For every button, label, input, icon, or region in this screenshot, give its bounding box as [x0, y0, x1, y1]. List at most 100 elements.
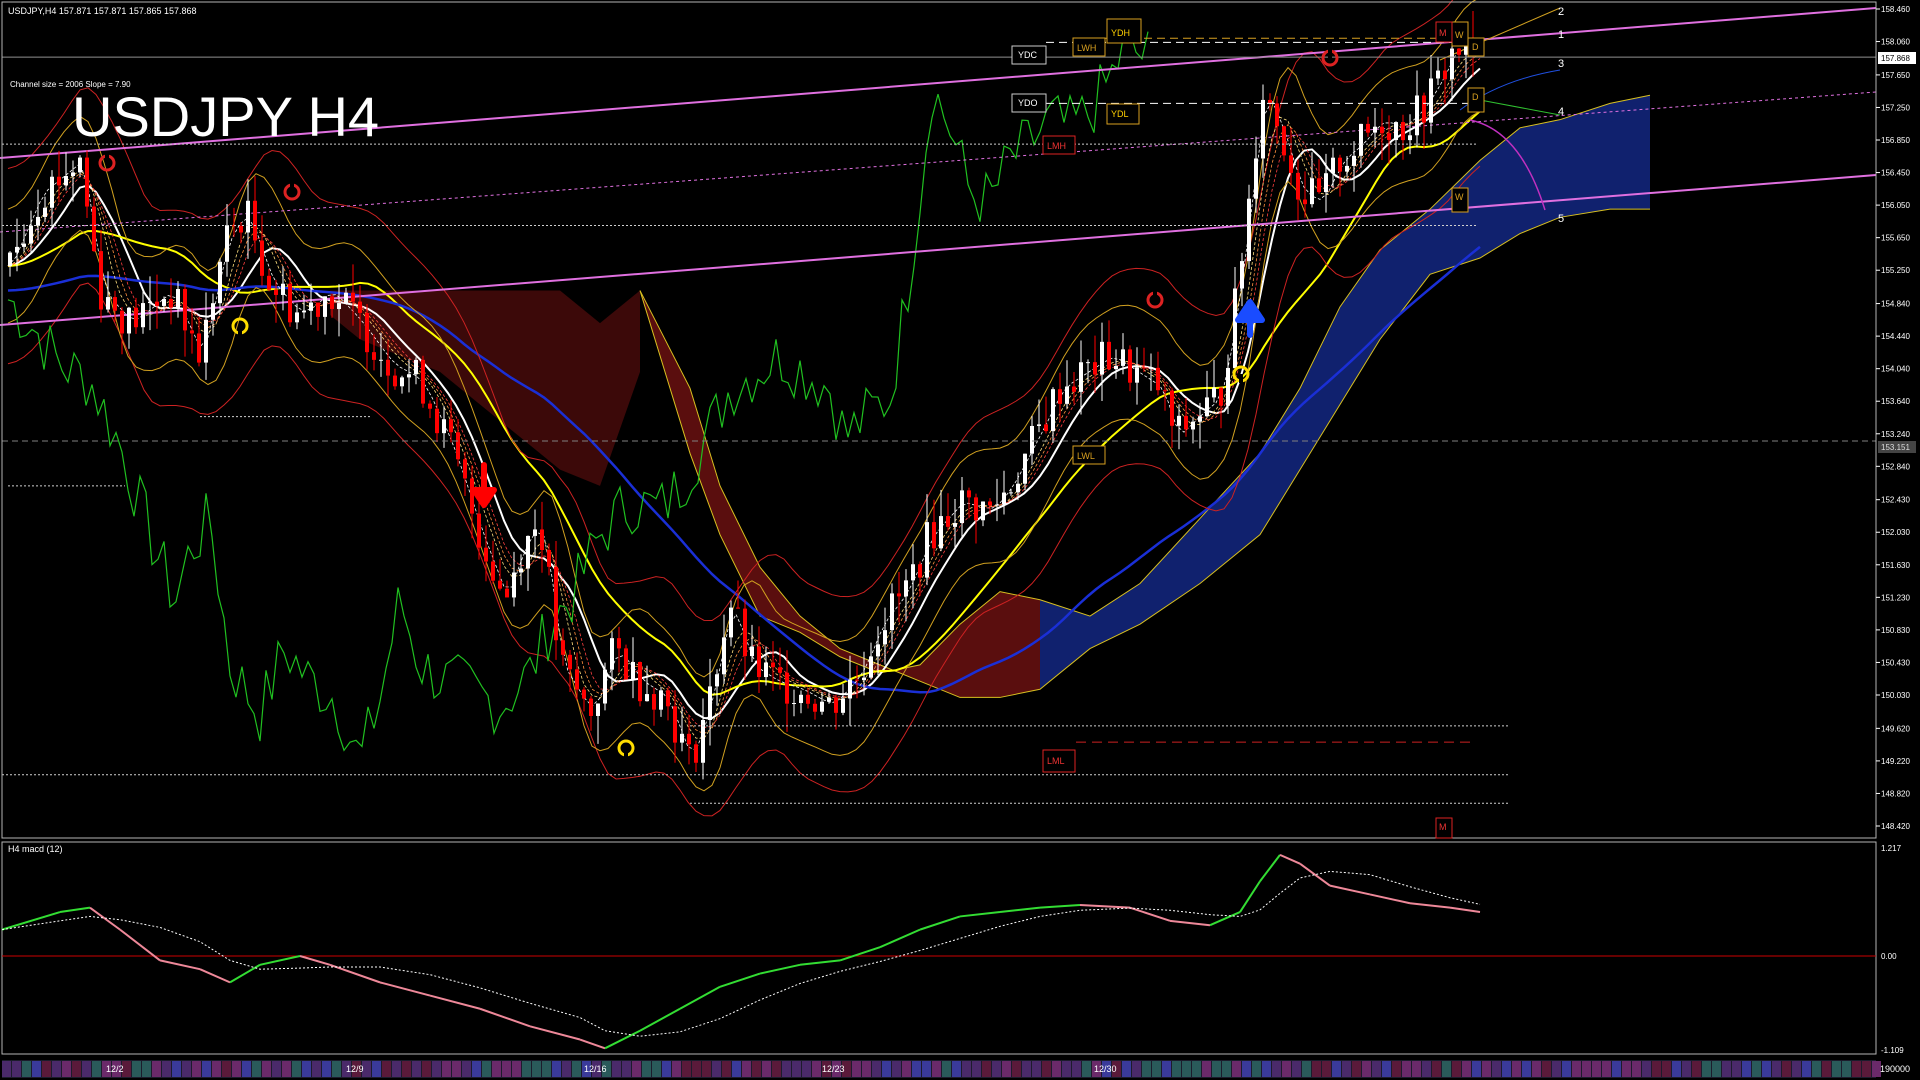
bear-candle: [113, 297, 117, 311]
bear-candle: [575, 669, 579, 690]
fractal-up-marker-gap: [1328, 49, 1332, 58]
time-strip-cell: [782, 1061, 791, 1077]
time-strip-cell: [1462, 1061, 1471, 1077]
time-strip-cell: [292, 1061, 301, 1077]
bull-candle: [442, 419, 446, 434]
price-tick-label: 154.440: [1881, 332, 1910, 341]
time-strip-cell: [612, 1061, 621, 1077]
time-strip-cell: [172, 1061, 181, 1077]
time-strip-cell: [1712, 1061, 1721, 1077]
lml-tag: LML: [1047, 756, 1065, 766]
bear-candle: [1170, 390, 1174, 426]
bear-candle: [470, 478, 474, 514]
macd-title: H4 macd (12): [8, 844, 63, 854]
bull-candle: [15, 246, 19, 253]
bull-candle: [925, 522, 929, 578]
time-strip-cell: [142, 1061, 151, 1077]
time-strip-cell: [1312, 1061, 1321, 1077]
time-strip-cell: [522, 1061, 531, 1077]
bear-candle: [582, 689, 586, 699]
bull-candle: [1191, 421, 1195, 430]
bull-candle: [1345, 165, 1349, 172]
time-strip-cell: [1542, 1061, 1551, 1077]
bear-candle: [1303, 199, 1307, 205]
bull-candle: [1240, 261, 1244, 289]
bear-candle: [1317, 178, 1321, 193]
bull-candle: [519, 568, 523, 573]
price-tick-label: 153.240: [1881, 430, 1910, 439]
bear-candle: [365, 312, 369, 353]
time-strip-cell: [1402, 1061, 1411, 1077]
bull-candle: [792, 703, 796, 705]
price-tick-label: 148.420: [1881, 822, 1910, 831]
bull-candle: [71, 172, 75, 177]
ydo-tag: YDO: [1018, 98, 1038, 108]
bear-candle: [1058, 389, 1062, 404]
time-strip-cell: [1432, 1061, 1441, 1077]
price-tick-label: 158.060: [1881, 38, 1910, 47]
bull-candle: [218, 261, 222, 304]
time-strip-cell: [1372, 1061, 1381, 1077]
bear-candle: [386, 359, 390, 376]
time-strip-cell: [232, 1061, 241, 1077]
time-strip-cell: [22, 1061, 31, 1077]
bear-candle: [1380, 126, 1384, 134]
bear-candle: [652, 694, 656, 710]
time-strip-cell: [802, 1061, 811, 1077]
bear-candle: [190, 330, 194, 334]
time-strip-cell: [712, 1061, 721, 1077]
w-tag-1: W: [1455, 30, 1464, 40]
time-strip-cell: [1302, 1061, 1311, 1077]
price-tick-label: 149.620: [1881, 724, 1910, 733]
time-strip-cell: [1822, 1061, 1831, 1077]
bear-candle: [617, 638, 621, 649]
bear-candle: [253, 200, 257, 241]
bull-candle: [645, 694, 649, 702]
time-strip-cell: [1662, 1061, 1671, 1077]
time-strip-cell: [692, 1061, 701, 1077]
time-strip-cell: [1672, 1061, 1681, 1077]
bull-candle: [407, 374, 411, 378]
time-strip-cell: [1122, 1061, 1131, 1077]
time-strip-cell: [562, 1061, 571, 1077]
fractal-up-marker-gap: [1153, 291, 1157, 300]
bull-candle: [246, 200, 250, 233]
fractal-down-marker-gap: [238, 326, 242, 335]
fractal-down-marker-gap: [1239, 374, 1243, 383]
bear-candle: [988, 501, 992, 506]
time-strip-cell: [1502, 1061, 1511, 1077]
bull-candle: [344, 292, 348, 304]
current-price-label: 157.868: [1881, 54, 1910, 63]
bull-candle: [323, 296, 327, 317]
time-strip-cell: [1452, 1061, 1461, 1077]
time-strip-cell: [282, 1061, 291, 1077]
bull-candle: [1086, 362, 1090, 364]
time-strip-cell: [942, 1061, 951, 1077]
time-strip-cell: [652, 1061, 661, 1077]
time-strip-cell: [622, 1061, 631, 1077]
bear-candle: [1142, 367, 1146, 369]
bull-candle: [1394, 122, 1398, 141]
time-strip-cell: [1412, 1061, 1421, 1077]
time-strip-cell: [1722, 1061, 1731, 1077]
bull-candle: [799, 694, 803, 704]
price-tick-label: 157.650: [1881, 71, 1910, 80]
bear-candle: [498, 580, 502, 589]
bear-candle: [421, 359, 425, 404]
bull-candle: [764, 662, 768, 678]
bull-candle: [659, 690, 663, 710]
time-strip-cell: [1492, 1061, 1501, 1077]
bear-candle: [547, 549, 551, 567]
bear-candle: [1422, 95, 1426, 123]
bull-candle: [1352, 155, 1356, 166]
w-tag-2: W: [1455, 192, 1464, 202]
time-strip-cell: [382, 1061, 391, 1077]
bear-candle: [736, 607, 740, 609]
time-strip-cell: [962, 1061, 971, 1077]
time-strip-cell: [1552, 1061, 1561, 1077]
bear-candle: [638, 662, 642, 702]
bull-candle: [1373, 126, 1377, 133]
time-strip-cell: [882, 1061, 891, 1077]
bull-candle: [106, 297, 110, 310]
bull-candle: [64, 176, 68, 186]
